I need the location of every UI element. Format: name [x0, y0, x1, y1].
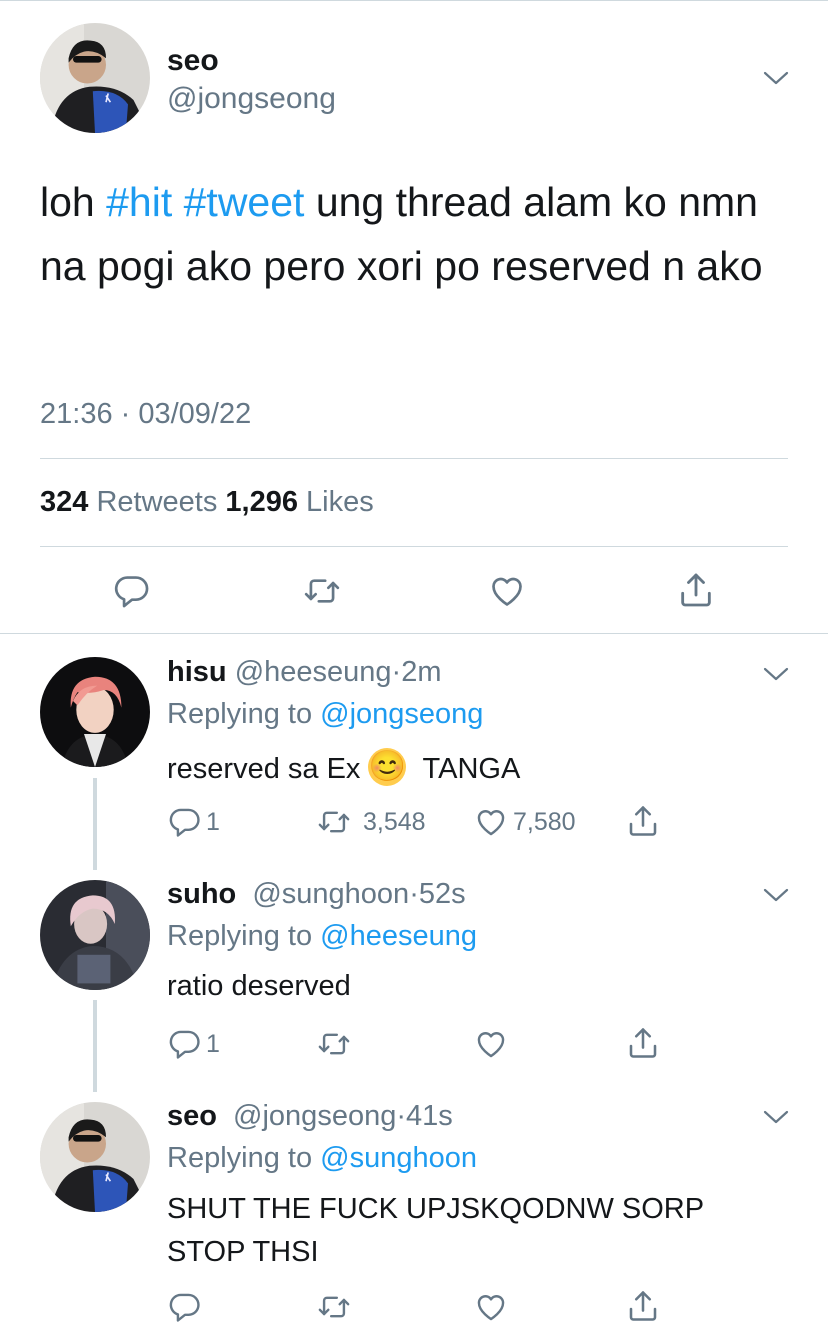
like-icon[interactable] — [473, 1290, 509, 1324]
replying-label: Replying to — [167, 920, 313, 952]
display-name[interactable]: hisu — [167, 656, 227, 688]
divider — [40, 546, 788, 547]
display-name[interactable]: suho — [167, 878, 236, 910]
replying-to: Replying to @sunghoon — [167, 1142, 477, 1175]
display-name[interactable]: seo — [167, 44, 219, 78]
reply-text-part: reserved sa Ex — [167, 753, 361, 785]
tweet-text: loh #hit #tweet ung thread alam ko nmn n… — [40, 170, 800, 298]
reply-icon[interactable] — [168, 1027, 202, 1061]
retweet-icon[interactable] — [316, 1290, 352, 1324]
reply-text-part: TANGA — [422, 753, 521, 785]
tweet-text-part: loh — [40, 179, 107, 225]
share-icon[interactable] — [676, 570, 716, 610]
like-icon[interactable] — [488, 572, 526, 610]
engagement-stats: 324 Retweets 1,296 Likes — [40, 486, 374, 519]
reply-header: suho @sunghoon·52s — [167, 878, 466, 911]
divider — [40, 458, 788, 459]
retweet-count: 3,548 — [363, 808, 426, 836]
retweets-count[interactable]: 324 — [40, 486, 88, 518]
reply-count: 1 — [206, 1030, 220, 1058]
reply-icon[interactable] — [113, 572, 151, 610]
reply-header: seo @jongseong·41s — [167, 1100, 453, 1133]
handle[interactable]: @sunghoon — [252, 878, 409, 910]
reply-icon[interactable] — [168, 805, 202, 839]
replying-label: Replying to — [167, 1142, 313, 1174]
mention-link[interactable]: @sunghoon — [320, 1142, 477, 1174]
separator-dot: · — [391, 656, 402, 688]
chevron-down-icon[interactable] — [763, 666, 789, 682]
reply-age[interactable]: 52s — [419, 878, 466, 910]
chevron-down-icon[interactable] — [763, 70, 789, 86]
chevron-down-icon[interactable] — [763, 887, 789, 903]
like-icon[interactable] — [473, 1027, 509, 1061]
replying-label: Replying to — [167, 698, 313, 730]
reply-header: hisu @heeseung·2m — [167, 656, 442, 689]
section-divider — [0, 633, 828, 634]
chevron-down-icon[interactable] — [763, 1109, 789, 1125]
share-icon[interactable] — [625, 1288, 661, 1324]
top-divider — [0, 0, 828, 1]
avatar[interactable] — [40, 1102, 150, 1212]
retweet-icon[interactable] — [316, 805, 352, 839]
reply-text: ratio deserved — [167, 970, 351, 1002]
retweet-icon[interactable] — [316, 1027, 352, 1061]
separator-dot: · — [409, 878, 419, 910]
avatar[interactable] — [40, 23, 150, 133]
hashtag-link[interactable]: #tweet — [184, 179, 305, 225]
handle[interactable]: @heeseung — [235, 656, 392, 688]
like-icon[interactable] — [473, 805, 509, 839]
reply-count: 1 — [206, 808, 220, 836]
likes-label[interactable]: Likes — [306, 486, 374, 518]
hashtag-link[interactable]: #hit — [106, 179, 172, 225]
thread-line — [93, 778, 97, 870]
reply-age[interactable]: 2m — [401, 656, 441, 688]
retweets-label[interactable]: Retweets — [96, 486, 217, 518]
timestamp: 21:36 · 03/09/22 — [40, 398, 252, 430]
reply-icon[interactable] — [168, 1290, 202, 1324]
emoji: 😊 — [368, 748, 407, 786]
likes-count[interactable]: 1,296 — [225, 486, 298, 518]
avatar[interactable] — [40, 880, 150, 990]
share-icon[interactable] — [625, 803, 661, 839]
handle[interactable]: @jongseong — [167, 82, 336, 116]
replying-to: Replying to @jongseong — [167, 698, 483, 731]
like-count: 7,580 — [513, 808, 576, 836]
reply-age[interactable]: 41s — [406, 1100, 453, 1132]
separator-dot: · — [396, 1100, 406, 1132]
reply-text-line: SHUT THE FUCK UPJSKQODNW SORP — [167, 1193, 705, 1225]
mention-link[interactable]: @heeseung — [320, 920, 477, 952]
share-icon[interactable] — [625, 1025, 661, 1061]
replying-to: Replying to @heeseung — [167, 920, 477, 953]
avatar[interactable] — [40, 657, 150, 767]
thread-line — [93, 1000, 97, 1092]
retweet-icon[interactable] — [302, 572, 342, 610]
reply-text: reserved sa Ex 😊 TANGA — [167, 748, 520, 786]
handle[interactable]: @jongseong — [233, 1100, 396, 1132]
tweet-text-part — [172, 179, 183, 225]
display-name[interactable]: seo — [167, 1100, 217, 1132]
mention-link[interactable]: @jongseong — [320, 698, 483, 730]
reply-text-line: STOP THSI — [167, 1236, 319, 1268]
